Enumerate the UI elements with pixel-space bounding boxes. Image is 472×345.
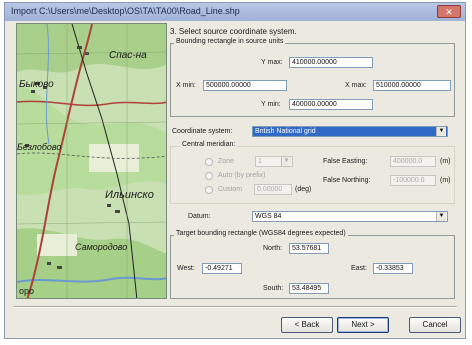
datum-value: WGS 84 [255, 213, 282, 220]
zone-radio[interactable] [205, 158, 213, 166]
bounding-legend: Bounding rectangle in source units [174, 38, 286, 45]
title-bar[interactable]: Import C:\Users\me\Desktop\OS\TA\TA00\Ro… [5, 3, 465, 21]
easting-unit: (m) [440, 158, 451, 165]
south-label: South: [263, 285, 284, 292]
map-label: Ильинско [105, 189, 154, 201]
auto-radio[interactable] [205, 172, 213, 180]
datum-select[interactable]: WGS 84 ▼ [252, 211, 448, 222]
coord-system-select[interactable]: British National grid ▼ [252, 126, 448, 137]
zone-label: Zone [218, 158, 234, 165]
divider [13, 306, 457, 308]
north-field[interactable]: 53.57681 [289, 243, 329, 254]
cancel-button[interactable]: Cancel [409, 317, 461, 333]
close-button[interactable]: ✕ [437, 5, 461, 18]
datum-label: Datum: [188, 213, 211, 220]
false-northing-field[interactable]: -100000.0 [390, 175, 436, 186]
next-button[interactable]: Next > [337, 317, 389, 333]
xmin-field[interactable]: 500000.00000 [203, 80, 287, 91]
chevron-down-icon[interactable]: ▼ [281, 157, 291, 166]
chevron-down-icon[interactable]: ▼ [436, 127, 446, 136]
custom-field[interactable]: 0.00000 [254, 184, 292, 195]
zone-select[interactable]: 1 ▼ [255, 156, 293, 167]
map-label: оро [19, 286, 35, 296]
map-label: Спас-на [109, 50, 147, 61]
ymax-field[interactable]: 410000.00000 [289, 57, 373, 68]
ymax-label: Y max: [261, 59, 283, 66]
false-northing-label: False Northing: [323, 177, 371, 184]
coord-system-value: British National grid [255, 128, 316, 135]
false-easting-label: False Easting: [323, 158, 368, 165]
xmax-field[interactable]: 510000.00000 [373, 80, 451, 91]
northing-unit: (m) [440, 177, 451, 184]
east-field[interactable]: -0.33853 [373, 263, 413, 274]
ymin-field[interactable]: 400000.00000 [289, 99, 373, 110]
auto-label: Auto (by prefix) [218, 172, 266, 179]
import-dialog: Import C:\Users\me\Desktop\OS\TA\TA00\Ro… [4, 2, 466, 339]
false-easting-field[interactable]: 400000.0 [390, 156, 436, 167]
coord-system-label: Coordinate system: [172, 128, 233, 135]
west-field[interactable]: -0.49271 [202, 263, 242, 274]
window-title: Import C:\Users\me\Desktop\OS\TA\TA00\Ro… [11, 6, 240, 16]
map-label: Безлобово [17, 142, 62, 152]
custom-label: Custom [218, 186, 243, 193]
xmin-label: X min: [176, 82, 196, 89]
east-label: East: [351, 265, 367, 272]
ymin-label: Y min: [261, 101, 281, 108]
map-label: Самородово [75, 242, 128, 252]
step-heading: 3. Select source coordinate system. [170, 27, 297, 36]
custom-unit: (deg) [295, 186, 312, 193]
zone-value: 1 [258, 158, 262, 165]
central-meridian-legend: Central meridian: [180, 141, 238, 148]
north-label: North: [263, 245, 283, 252]
topo-map-image [17, 24, 166, 298]
map-preview: Спас-на Быково Безлобово Ильинско Саморо… [16, 23, 167, 299]
map-label: Быково [19, 79, 54, 90]
chevron-down-icon[interactable]: ▼ [436, 212, 446, 221]
target-legend: Target bounding rectangle (WGS84 degrees… [174, 230, 348, 237]
custom-radio[interactable] [205, 186, 213, 194]
back-button[interactable]: < Back [281, 317, 333, 333]
south-field[interactable]: 53.48495 [289, 283, 329, 294]
west-label: West: [177, 265, 195, 272]
xmax-label: X max: [345, 82, 367, 89]
